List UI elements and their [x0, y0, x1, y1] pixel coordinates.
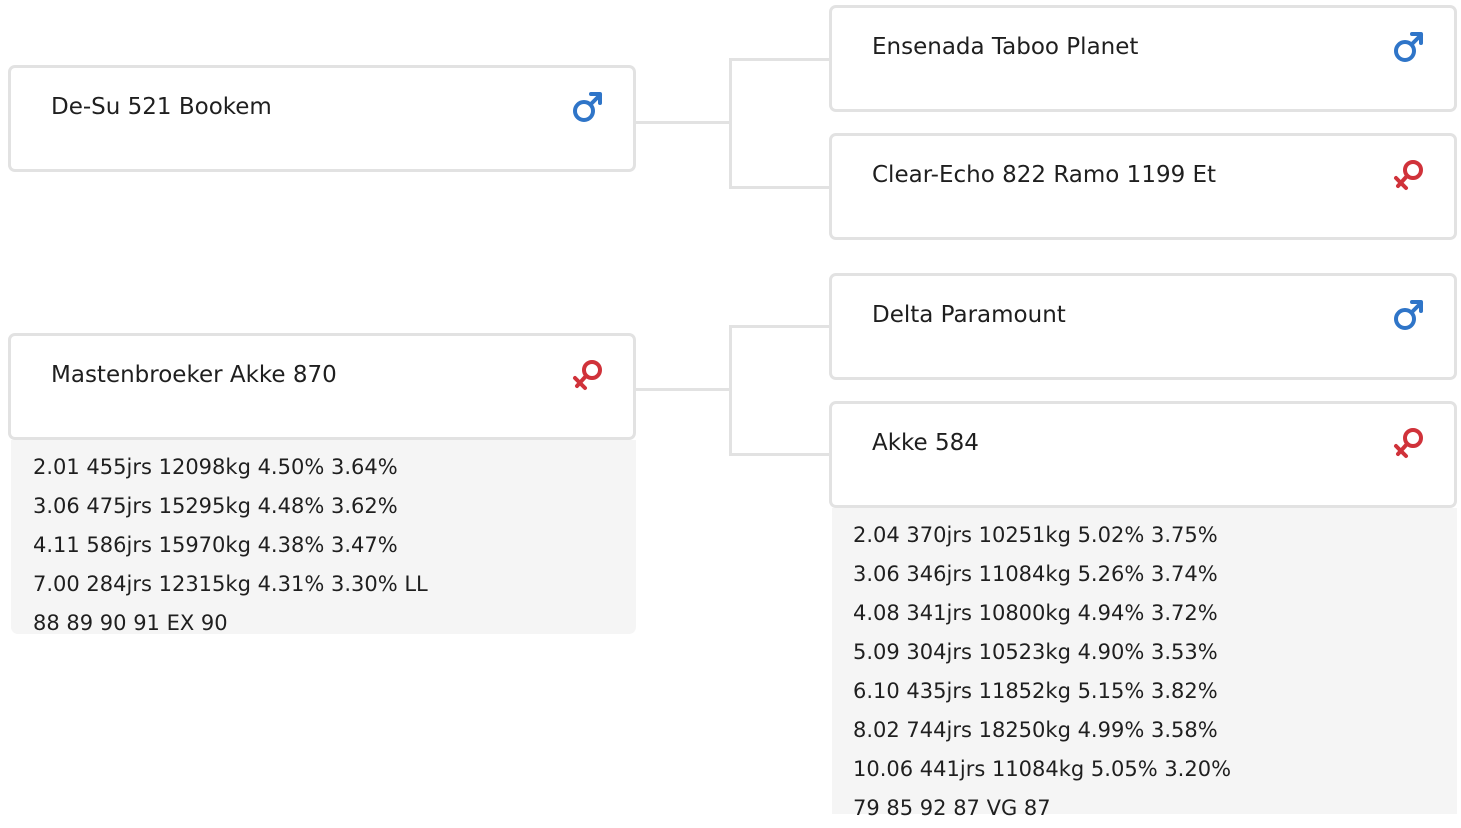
connector-dam-top — [729, 325, 830, 328]
animal-name: Delta Paramount — [872, 302, 1066, 328]
connector-sire-stub — [635, 121, 729, 124]
male-icon-graphic — [1394, 300, 1423, 330]
record-line: 4.11 586jrs 15970kg 4.38% 3.47% — [33, 533, 398, 557]
pedigree-card-dam-dam[interactable]: Akke 584 — [829, 401, 1457, 508]
connector-dam-vertical — [729, 325, 732, 456]
animal-name: Akke 584 — [872, 430, 979, 456]
connector-sire-top — [729, 58, 830, 61]
male-icon — [1393, 30, 1425, 64]
female-icon-graphic — [1394, 428, 1423, 458]
animal-name: Ensenada Taboo Planet — [872, 34, 1139, 60]
animal-name: Clear-Echo 822 Ramo 1199 Et — [872, 162, 1217, 188]
record-line: 8.02 744jrs 18250kg 4.99% 3.58% — [853, 718, 1218, 742]
female-icon — [572, 358, 604, 392]
female-icon — [1393, 158, 1425, 192]
record-line: 3.06 475jrs 15295kg 4.48% 3.62% — [33, 494, 398, 518]
performance-records-dam-dam: 2.04 370jrs 10251kg 5.02% 3.75% 3.06 346… — [832, 508, 1457, 820]
connector-dam-bottom — [729, 453, 830, 456]
pedigree-card-sire-sire[interactable]: Ensenada Taboo Planet — [829, 5, 1457, 112]
performance-records-dam: 2.01 455jrs 12098kg 4.50% 3.64% 3.06 475… — [11, 440, 636, 635]
pedigree-card-dam[interactable]: Mastenbroeker Akke 870 — [8, 333, 636, 440]
pedigree-card-dam-sire[interactable]: Delta Paramount — [829, 273, 1457, 380]
female-icon-graphic — [1394, 160, 1423, 190]
animal-name: Mastenbroeker Akke 870 — [51, 362, 337, 388]
classification-line: 88 89 90 91 EX 90 — [33, 611, 228, 635]
male-icon-graphic — [573, 92, 602, 122]
male-icon-graphic — [1394, 32, 1423, 62]
record-line: 2.04 370jrs 10251kg 5.02% 3.75% — [853, 523, 1218, 547]
record-line: 3.06 346jrs 11084kg 5.26% 3.74% — [853, 562, 1218, 586]
record-line: 2.01 455jrs 12098kg 4.50% 3.64% — [33, 455, 398, 479]
record-line: 10.06 441jrs 11084kg 5.05% 3.20% — [853, 757, 1232, 781]
female-icon-graphic — [573, 360, 602, 390]
female-icon — [1393, 426, 1425, 460]
classification-line: 79 85 92 87 VG 87 — [853, 796, 1051, 820]
male-icon — [1393, 298, 1425, 332]
record-line: 7.00 284jrs 12315kg 4.31% 3.30% LL — [33, 572, 428, 596]
record-line: 6.10 435jrs 11852kg 5.15% 3.82% — [853, 679, 1218, 703]
male-icon — [572, 90, 604, 124]
connector-dam-stub — [635, 388, 729, 391]
connector-sire-vertical — [729, 58, 732, 189]
record-line: 5.09 304jrs 10523kg 4.90% 3.53% — [853, 640, 1218, 664]
record-line: 4.08 341jrs 10800kg 4.94% 3.72% — [853, 601, 1218, 625]
pedigree-card-sire-dam[interactable]: Clear-Echo 822 Ramo 1199 Et — [829, 133, 1457, 240]
connector-sire-bottom — [729, 186, 830, 189]
pedigree-card-sire[interactable]: De-Su 521 Bookem — [8, 65, 636, 172]
animal-name: De-Su 521 Bookem — [51, 94, 272, 120]
